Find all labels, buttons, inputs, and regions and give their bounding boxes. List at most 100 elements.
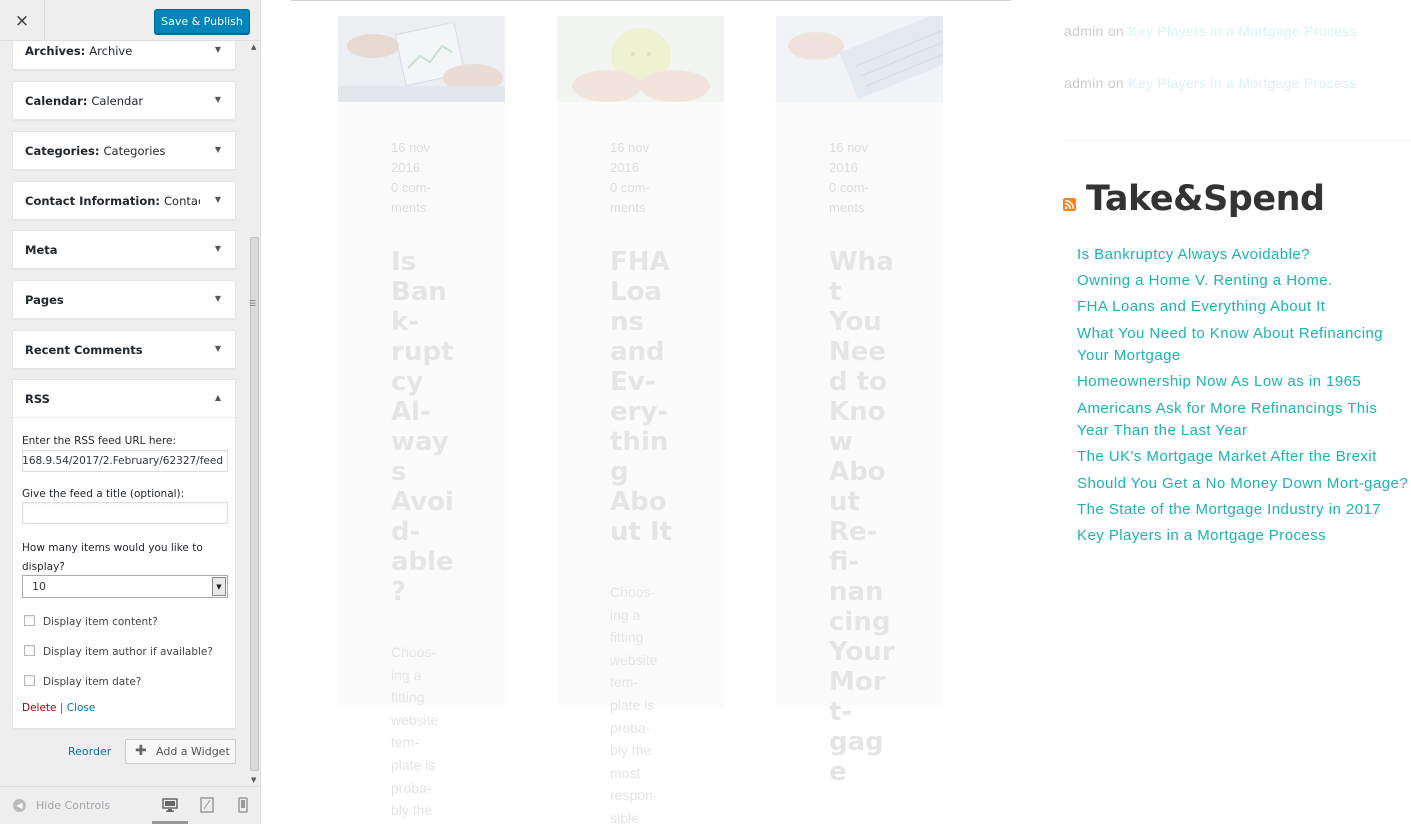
widget-calendar[interactable]: Calendar: Calendar ▼ bbox=[12, 81, 236, 120]
rss-url-input[interactable]: http://192.168.9.54/2017/2.February/6232… bbox=[22, 450, 228, 472]
rss-feed-icon[interactable] bbox=[1063, 198, 1076, 211]
post-thumbnail-image[interactable] bbox=[338, 16, 505, 102]
rss-item-link[interactable]: Is Bankruptcy Always Avoidable? bbox=[1077, 244, 1409, 267]
post-title-line: gag bbox=[829, 727, 884, 757]
post-excerpt-line: tem- bbox=[391, 734, 419, 751]
post-title-line: FHA bbox=[610, 247, 670, 277]
post-thumbnail-image[interactable] bbox=[557, 16, 724, 102]
post-title-line: ery- bbox=[610, 397, 669, 427]
post-date: 16 nov bbox=[829, 140, 869, 155]
rss-item-link[interactable]: Americans Ask for More Refinancings This… bbox=[1077, 398, 1409, 443]
widget-meta[interactable]: Meta ▼ bbox=[12, 230, 236, 269]
chevron-down-icon[interactable]: ▼ bbox=[215, 195, 221, 204]
delete-link[interactable]: Delete bbox=[22, 702, 57, 714]
comment-post-link[interactable]: Key Players in a Mortgage Process bbox=[1128, 23, 1357, 39]
post-excerpt-line: respon- bbox=[610, 787, 658, 804]
scroll-up-arrow-icon[interactable]: ▲ bbox=[251, 43, 256, 51]
rss-item-link[interactable]: The UK's Mortgage Market After the Brexi… bbox=[1077, 446, 1409, 469]
checkbox[interactable] bbox=[24, 675, 35, 686]
close-icon[interactable]: × bbox=[0, 0, 45, 41]
reorder-link[interactable]: Reorder bbox=[68, 745, 111, 758]
widget-title: Categories: Categories bbox=[25, 144, 166, 158]
post-comments[interactable]: 0 com- bbox=[610, 178, 650, 198]
tablet-icon[interactable] bbox=[199, 797, 215, 813]
post-comments[interactable]: 0 com- bbox=[391, 178, 431, 198]
post-title-line: rupt bbox=[391, 337, 454, 367]
post-comments[interactable]: ments bbox=[829, 198, 869, 218]
post-title-link[interactable]: Is Ban k-rupt cy Al-way s Avoi d-able? bbox=[391, 247, 471, 607]
sidebar-scrollbar[interactable]: ▲ ☰ ▼ bbox=[248, 41, 260, 786]
widget-recent-comments[interactable]: Recent Comments ▼ bbox=[12, 330, 236, 369]
rss-url-label: Enter the RSS feed URL here: bbox=[22, 435, 177, 447]
chevron-down-icon[interactable]: ▼ bbox=[215, 294, 221, 303]
chevron-down-icon[interactable]: ▼ bbox=[215, 95, 221, 104]
desktop-icon[interactable] bbox=[162, 797, 178, 813]
dropdown-arrow-icon[interactable]: ▼ bbox=[212, 577, 226, 596]
scroll-down-arrow-icon[interactable]: ▼ bbox=[251, 776, 256, 784]
save-publish-button[interactable]: Save & Publish bbox=[154, 9, 250, 34]
post-excerpt-line: plate is bbox=[610, 696, 655, 713]
widget-rss-header[interactable]: RSS ▲ bbox=[13, 380, 235, 418]
widget-pages[interactable]: Pages ▼ bbox=[12, 280, 236, 319]
rss-item-link[interactable]: The State of the Mortgage Industry in 20… bbox=[1077, 499, 1409, 522]
post-year: 2016 bbox=[829, 160, 858, 175]
rss-items-select[interactable]: 10 ▼ bbox=[22, 575, 228, 598]
post-thumbnail-image[interactable] bbox=[776, 16, 943, 102]
separator: | bbox=[59, 702, 64, 714]
mobile-icon[interactable] bbox=[235, 797, 251, 813]
post-title-link[interactable]: Wha t You Nee d to Kno w Abo ut Re-fi-nan cing Your… bbox=[829, 247, 909, 787]
chevron-down-icon[interactable]: ▼ bbox=[215, 244, 221, 253]
rss-item-link[interactable]: FHA Loans and Everything About It bbox=[1077, 296, 1409, 319]
post-title-line: w bbox=[829, 427, 854, 457]
post-comments[interactable]: ments bbox=[610, 198, 650, 218]
post-excerpt-line: ing a bbox=[610, 606, 641, 623]
post-excerpt-line: plate is bbox=[391, 756, 436, 773]
widget-contact-information[interactable]: Contact Information: Contact... ▼ bbox=[12, 181, 236, 220]
widget-title: RSS bbox=[25, 392, 50, 406]
close-link[interactable]: Close bbox=[67, 702, 96, 714]
comment-author: admin bbox=[1064, 23, 1104, 39]
post-comments[interactable]: ments bbox=[391, 198, 431, 218]
rss-checkbox-date[interactable]: Display item date? bbox=[22, 675, 222, 691]
checkbox-label: Display item date? bbox=[43, 676, 142, 688]
rss-item-link[interactable]: Owning a Home V. Renting a Home. bbox=[1077, 270, 1409, 293]
post-title-line: Al- bbox=[391, 397, 431, 427]
hide-controls-button[interactable]: Hide Controls bbox=[36, 799, 110, 812]
rss-checkbox-content[interactable]: Display item content? bbox=[22, 615, 222, 631]
post-excerpt-line: fitting bbox=[391, 689, 425, 706]
post-excerpt-line: Choos- bbox=[391, 644, 437, 660]
rss-checkbox-author[interactable]: Display item author if available? bbox=[22, 645, 222, 661]
chevron-down-icon[interactable]: ▼ bbox=[215, 45, 221, 54]
chevron-down-icon[interactable]: ▼ bbox=[215, 145, 221, 154]
checkbox[interactable] bbox=[24, 615, 35, 626]
post-excerpt-line: bly the bbox=[610, 742, 652, 759]
post-title-line: ns bbox=[610, 307, 644, 337]
widget-categories[interactable]: Categories: Categories ▼ bbox=[12, 131, 236, 170]
add-widget-button[interactable]: ✚ Add a Widget bbox=[125, 739, 236, 764]
rss-widget-title[interactable]: Take&Spend bbox=[1086, 179, 1325, 219]
rss-item-link[interactable]: Key Players in a Mortgage Process bbox=[1077, 525, 1409, 548]
post-excerpt: Choos-ing a fitting website tem-plate is pro… bbox=[610, 581, 657, 824]
post-comments[interactable]: 0 com- bbox=[829, 178, 869, 198]
post-title-line: thin bbox=[610, 427, 669, 457]
scrollbar-thumb[interactable] bbox=[250, 237, 259, 771]
rss-item-link[interactable]: Should You Get a No Money Down Mort-gage… bbox=[1077, 473, 1409, 496]
customizer-panel: Archives: Archive ▼ Calendar: Calendar ▼… bbox=[0, 0, 261, 824]
chevron-up-icon[interactable]: ▲ bbox=[215, 393, 221, 402]
rss-item-link[interactable]: What You Need to Know About Refinancing … bbox=[1077, 323, 1409, 368]
checkbox[interactable] bbox=[24, 645, 35, 656]
rss-actions: Delete | Close bbox=[22, 702, 95, 714]
post-title-line: Ban bbox=[391, 277, 447, 307]
post-title-line: Ev- bbox=[610, 367, 656, 397]
post-title-line: cy bbox=[391, 367, 424, 397]
post-title-line: s bbox=[391, 457, 407, 487]
widget-title: Recent Comments bbox=[25, 343, 143, 357]
post-date: 16 nov bbox=[610, 140, 650, 155]
chevron-down-icon[interactable]: ▼ bbox=[215, 344, 221, 353]
rss-item-link[interactable]: Homeownership Now As Low as in 1965 bbox=[1077, 371, 1409, 394]
customizer-header: × Save & Publish bbox=[0, 0, 260, 41]
post-title-link[interactable]: FHA Loa ns and Ev-ery-thin g Abo ut It bbox=[610, 247, 690, 547]
collapse-arrow-icon[interactable]: ◀ bbox=[13, 799, 26, 812]
comment-post-link[interactable]: Key Players in a Mortgage Process bbox=[1128, 75, 1357, 91]
rss-title-input[interactable] bbox=[22, 502, 228, 524]
